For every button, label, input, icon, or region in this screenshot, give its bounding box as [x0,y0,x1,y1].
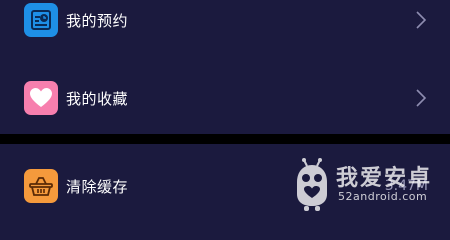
chevron-right-icon [416,89,427,107]
menu-item-favorites[interactable]: 我的收藏 [0,68,450,128]
calendar-clock-icon [24,3,58,37]
chevron-right-icon [416,11,427,29]
menu-item-appointments[interactable]: 我的预约 [0,0,450,50]
heart-icon [24,81,58,115]
basket-icon [24,169,58,203]
android-mascot-icon [297,158,327,211]
watermark-logo: 我爱安卓 52android.com [292,156,432,214]
watermark-title: 我爱安卓 [336,166,433,191]
watermark-url: 52android.com [338,190,428,203]
menu-item-label: 我的收藏 [66,89,129,108]
section-divider [0,134,450,144]
settings-page: 我的预约 我的收藏 清除缓存 3.47M 我爱安卓 52android.com [0,0,450,225]
menu-item-label: 我的预约 [66,11,129,30]
menu-item-label: 清除缓存 [66,177,129,196]
